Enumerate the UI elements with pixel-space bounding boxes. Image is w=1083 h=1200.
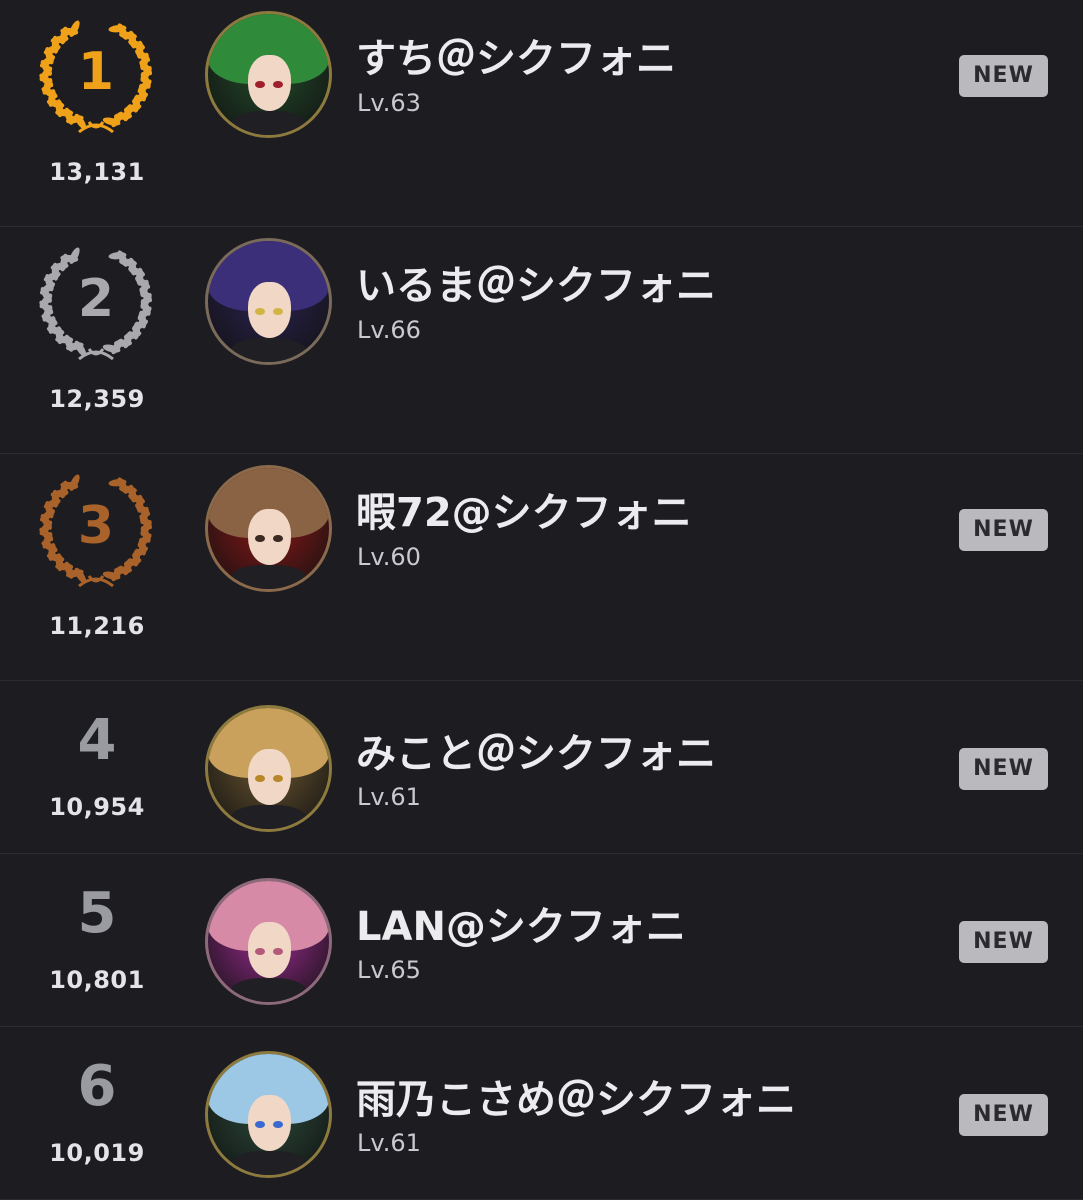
avatar[interactable] xyxy=(205,705,332,832)
player-level: Lv.66 xyxy=(357,316,421,344)
score-value: 12,359 xyxy=(49,385,145,413)
ranking-row-1[interactable]: 1 13,131 すち＠シクフォニ Lv.63 NEW xyxy=(0,0,1083,227)
player-name: いるま＠シクフォニ xyxy=(356,263,716,309)
ranking-row-2[interactable]: 2 12,359 いるま＠シクフォニ Lv.66 xyxy=(0,227,1083,454)
player-name: LAN@シクフォニ xyxy=(356,904,686,950)
rank-column: 3 11,216 xyxy=(0,454,194,680)
player-level: Lv.61 xyxy=(357,1129,421,1157)
rank-column: 1 13,131 xyxy=(0,0,194,226)
new-badge: NEW xyxy=(959,748,1048,790)
player-level: Lv.65 xyxy=(357,956,421,984)
ranking-list: 1 13,131 すち＠シクフォニ Lv.63 NEW 2 12,359 いるま… xyxy=(0,0,1083,1200)
player-level: Lv.63 xyxy=(357,89,421,117)
rank-column: 2 12,359 xyxy=(0,227,194,453)
new-badge: NEW xyxy=(959,921,1048,963)
ranking-row-3[interactable]: 3 11,216 暇72@シクフォニ Lv.60 NEW xyxy=(0,454,1083,681)
avatar[interactable] xyxy=(205,878,332,1005)
avatar[interactable] xyxy=(205,238,332,365)
new-badge: NEW xyxy=(959,1094,1048,1136)
score-value: 10,954 xyxy=(49,793,145,821)
avatar[interactable] xyxy=(205,11,332,138)
ranking-row-5[interactable]: 5 10,801 LAN@シクフォニ Lv.65 NEW xyxy=(0,854,1083,1027)
player-name: みこと＠シクフォニ xyxy=(356,731,716,777)
new-badge: NEW xyxy=(959,509,1048,551)
avatar[interactable] xyxy=(205,465,332,592)
rank-column: 6 10,019 xyxy=(0,1027,194,1199)
avatar[interactable] xyxy=(205,1051,332,1178)
player-level: Lv.60 xyxy=(357,543,421,571)
rank-column: 5 10,801 xyxy=(0,854,194,1026)
score-value: 10,019 xyxy=(49,1139,145,1167)
score-value: 13,131 xyxy=(49,158,145,186)
rank-number: 3 xyxy=(77,496,115,556)
rank-column: 4 10,954 xyxy=(0,681,194,853)
new-badge: NEW xyxy=(959,55,1048,97)
player-name: 暇72@シクフォニ xyxy=(356,490,692,536)
rank-number: 5 xyxy=(77,881,117,946)
rank-number: 4 xyxy=(77,708,117,773)
player-name: すち＠シクフォニ xyxy=(356,36,676,82)
ranking-row-6[interactable]: 6 10,019 雨乃こさめ＠シクフォニ Lv.61 NEW xyxy=(0,1027,1083,1200)
player-name: 雨乃こさめ＠シクフォニ xyxy=(356,1077,796,1123)
player-level: Lv.61 xyxy=(357,783,421,811)
rank-number: 1 xyxy=(77,42,115,102)
score-value: 11,216 xyxy=(49,612,145,640)
rank-number: 6 xyxy=(77,1054,117,1119)
score-value: 10,801 xyxy=(49,966,145,994)
rank-number: 2 xyxy=(77,269,115,329)
ranking-row-4[interactable]: 4 10,954 みこと＠シクフォニ Lv.61 NEW xyxy=(0,681,1083,854)
